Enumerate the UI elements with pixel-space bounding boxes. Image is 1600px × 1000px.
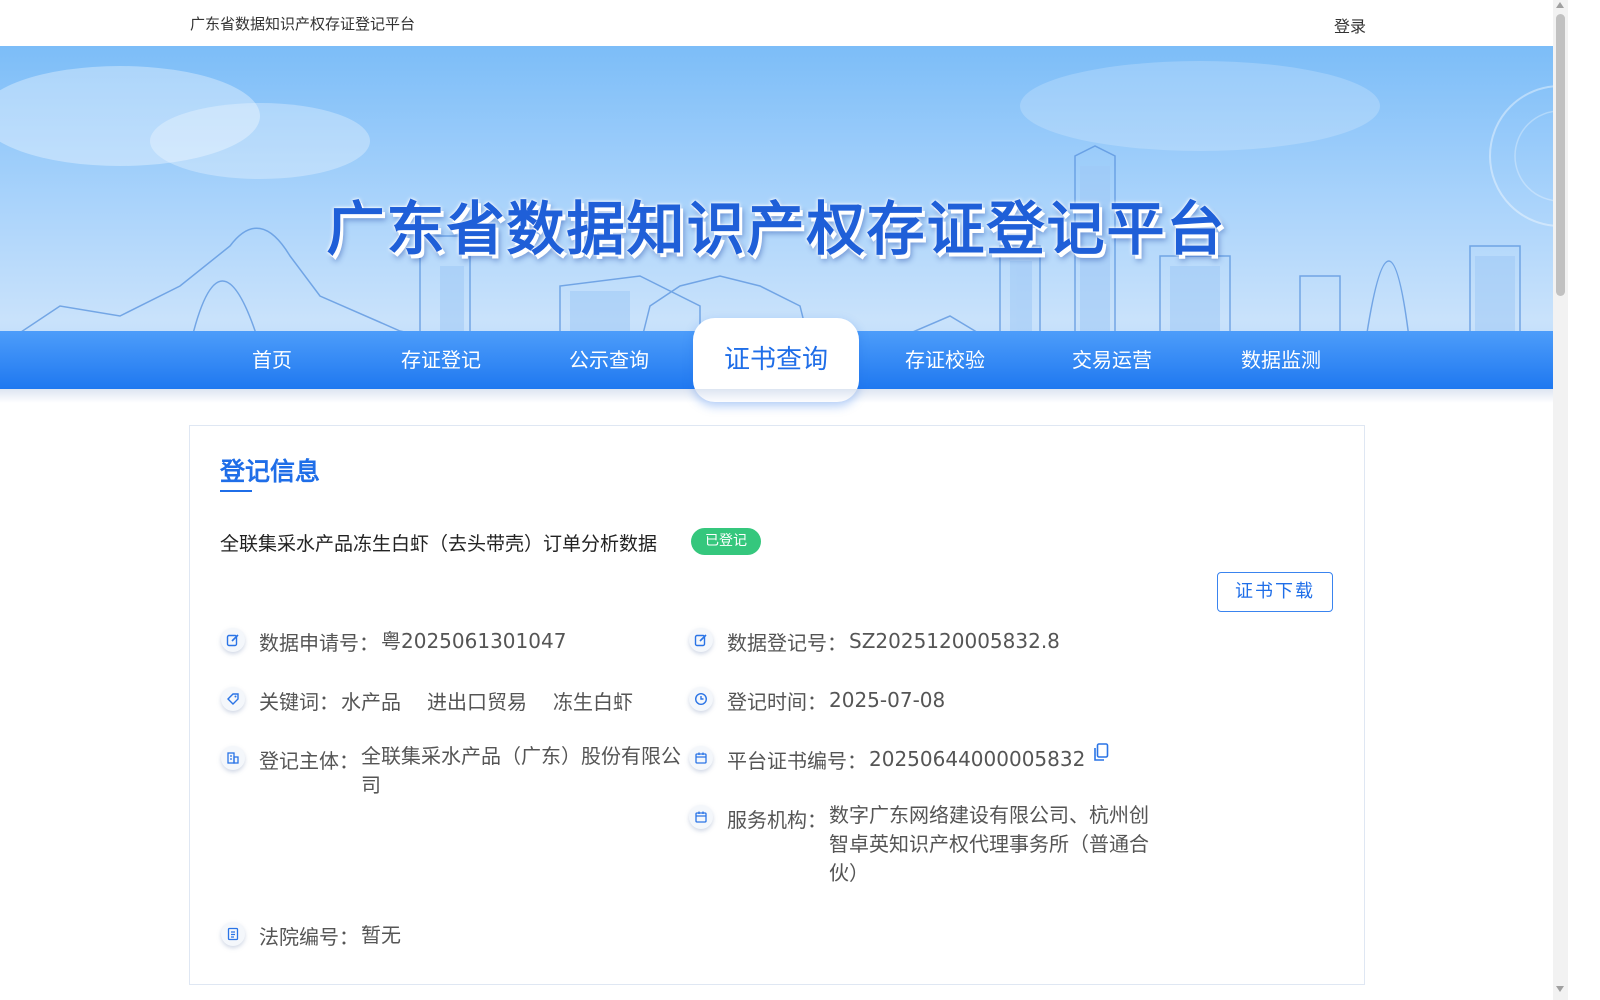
calendar-icon bbox=[689, 805, 713, 829]
top-bar: 广东省数据知识产权存证登记平台 登录 bbox=[0, 0, 1553, 46]
field-keywords: 关键词： 水产品 进出口贸易 冻生白虾 bbox=[221, 686, 633, 715]
scroll-down-arrow-icon[interactable] bbox=[1556, 986, 1564, 992]
field-court-no: 法院编号： 暂无 bbox=[221, 921, 401, 950]
application-no-label: 数据申请号： bbox=[259, 631, 379, 655]
registration-time-label: 登记时间： bbox=[727, 690, 827, 714]
field-subject: 登记主体： 全联集采水产品（广东）股份有限公司 bbox=[221, 744, 681, 800]
document-icon bbox=[221, 922, 245, 946]
edit-icon bbox=[689, 628, 713, 652]
field-service-org: 服务机构： 数字广东网络建设有限公司、杭州创智卓英知识产权代理事务所（普通合伙） bbox=[689, 803, 1149, 888]
keyword-tag: 进出口贸易 bbox=[427, 690, 527, 714]
keyword-tag: 水产品 bbox=[341, 690, 401, 714]
login-link[interactable]: 登录 bbox=[1334, 13, 1366, 37]
platform-cert-no-label: 平台证书编号： bbox=[727, 749, 867, 773]
application-no-value: 粤2025061301047 bbox=[381, 629, 567, 653]
nav-item-registration[interactable]: 存证登记 bbox=[361, 331, 521, 389]
record-title: 全联集采水产品冻生白虾（去头带壳）订单分析数据 bbox=[220, 533, 658, 555]
tag-icon bbox=[221, 687, 245, 711]
service-org-value: 数字广东网络建设有限公司、杭州创智卓英知识产权代理事务所（普通合伙） bbox=[829, 803, 1149, 885]
service-org-label: 服务机构： bbox=[727, 808, 827, 832]
nav-item-public-query[interactable]: 公示查询 bbox=[529, 331, 689, 389]
keywords-list: 水产品 进出口贸易 冻生白虾 bbox=[341, 686, 633, 715]
page-scrollbar[interactable] bbox=[1553, 0, 1568, 1000]
calendar-icon bbox=[689, 746, 713, 770]
field-platform-cert-no: 平台证书编号： 20250644000005832 bbox=[689, 743, 1109, 774]
platform-cert-no-value: 20250644000005832 bbox=[869, 747, 1086, 771]
nav-item-monitoring[interactable]: 数据监测 bbox=[1201, 331, 1361, 389]
nav-item-trading[interactable]: 交易运营 bbox=[1032, 331, 1192, 389]
building-icon bbox=[221, 746, 245, 770]
section-title: 登记信息 bbox=[220, 457, 321, 486]
banner-title: 广东省数据知识产权存证登记平台 bbox=[326, 195, 1227, 263]
clock-icon bbox=[689, 687, 713, 711]
scroll-up-arrow-icon[interactable] bbox=[1556, 2, 1564, 8]
status-badge: 已登记 bbox=[691, 528, 761, 555]
court-no-label: 法院编号： bbox=[259, 925, 359, 949]
site-name: 广东省数据知识产权存证登记平台 bbox=[190, 15, 416, 33]
copy-icon[interactable] bbox=[1093, 743, 1109, 768]
field-registration-time: 登记时间： 2025-07-08 bbox=[689, 686, 945, 715]
registration-no-value: SZ2025120005832.8 bbox=[849, 629, 1060, 653]
certificate-download-button[interactable]: 证书下载 bbox=[1217, 572, 1333, 612]
scroll-thumb[interactable] bbox=[1556, 14, 1565, 296]
subject-label: 登记主体： bbox=[259, 749, 359, 773]
nav-item-verification[interactable]: 存证校验 bbox=[865, 331, 1025, 389]
registration-time-value: 2025-07-08 bbox=[829, 688, 946, 712]
field-registration-no: 数据登记号： SZ2025120005832.8 bbox=[689, 627, 1060, 656]
nav-shadow bbox=[0, 389, 1553, 403]
section-underline bbox=[220, 490, 252, 492]
subject-value: 全联集采水产品（广东）股份有限公司 bbox=[361, 744, 681, 797]
registration-info-card: 登记信息 全联集采水产品冻生白虾（去头带壳）订单分析数据 已登记 证书下载 数据… bbox=[189, 425, 1365, 985]
edit-icon bbox=[221, 628, 245, 652]
keyword-tag: 冻生白虾 bbox=[553, 690, 633, 714]
main-nav: 首页 存证登记 公示查询 证书查询 存证校验 交易运营 数据监测 bbox=[0, 318, 1553, 402]
nav-item-home[interactable]: 首页 bbox=[192, 331, 352, 389]
court-no-value: 暂无 bbox=[361, 923, 401, 947]
keywords-label: 关键词： bbox=[259, 690, 339, 714]
field-application-no: 数据申请号： 粤2025061301047 bbox=[221, 627, 566, 656]
registration-no-label: 数据登记号： bbox=[727, 631, 847, 655]
